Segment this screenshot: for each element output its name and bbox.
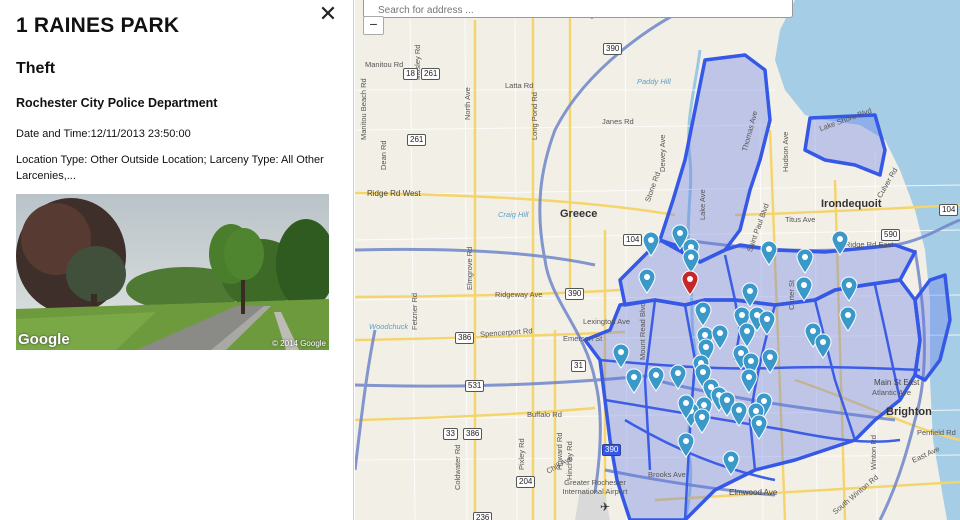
incident-detail-panel: 1 RAINES PARK ✕ Theft Rochester City Pol… xyxy=(0,0,354,520)
crime-marker-icon[interactable] xyxy=(669,364,687,390)
crime-marker-icon[interactable] xyxy=(677,394,695,420)
route-shield: 390 xyxy=(565,288,585,300)
road-label-elmgrove: Elmgrove Rd xyxy=(465,246,474,290)
road-label-howard: Howard Rd xyxy=(555,432,564,470)
road-label-pixley: Pixley Rd xyxy=(517,438,526,470)
road-label-manitou: Manitou Rd xyxy=(365,60,404,69)
incident-datetime: Date and Time:12/11/2013 23:50:00 xyxy=(16,128,191,140)
route-shield: 236 xyxy=(473,512,493,520)
route-shield: 31 xyxy=(571,360,586,372)
route-shield: 386 xyxy=(455,332,475,344)
crime-marker-icon[interactable] xyxy=(840,276,858,302)
route-shield: 104 xyxy=(939,204,959,216)
crime-marker-icon[interactable] xyxy=(831,230,849,256)
route-shield: 386 xyxy=(463,428,483,440)
crime-marker-icon[interactable] xyxy=(761,348,779,374)
place-label-airport: Greater Rochester International Airport xyxy=(562,478,628,496)
road-label-coldwater: Coldwater Rd xyxy=(453,444,462,490)
incident-agency: Rochester City Police Department xyxy=(16,96,218,110)
crime-marker-icon[interactable] xyxy=(625,368,643,394)
route-shield: 261 xyxy=(407,134,427,146)
crime-marker-icon[interactable] xyxy=(758,310,776,336)
crime-map[interactable]: Greece Irondequoit Brighton Ontario Stat… xyxy=(355,0,960,520)
route-shield: 531 xyxy=(465,380,485,392)
route-shield: 204 xyxy=(516,476,536,488)
road-label-hudson: Hudson Ave xyxy=(781,131,790,172)
road-label-emerson: Emerson St xyxy=(563,334,603,343)
road-label-fetzner: Fetzner Rd xyxy=(410,292,419,330)
road-label-lake-ave: Lake Ave xyxy=(698,189,707,220)
road-label-latta: Latta Rd xyxy=(505,81,534,90)
place-label-irondequoit: Irondequoit xyxy=(821,198,882,210)
road-label-long-pond: Long Pond Rd xyxy=(530,92,539,140)
route-shield: 104 xyxy=(623,234,643,246)
crime-marker-icon[interactable] xyxy=(693,408,711,434)
road-label-lexington: Lexington Ave xyxy=(583,317,630,326)
road-label-dean: Dean Rd xyxy=(379,140,388,170)
place-label-greece: Greece xyxy=(560,208,598,220)
route-shield: 590 xyxy=(881,229,901,241)
road-label-main-st-east: Main St East xyxy=(874,378,920,387)
crime-marker-icon[interactable] xyxy=(839,306,857,332)
road-label-titus: Titus Ave xyxy=(785,215,816,224)
road-label-hinchey: Hinchey Rd xyxy=(565,441,574,480)
road-label-mount-read: Mount Read Blvd xyxy=(638,302,647,360)
zoom-out-button[interactable]: − xyxy=(363,16,384,35)
route-shield: 390 xyxy=(603,43,623,55)
crime-marker-icon[interactable] xyxy=(814,333,832,359)
road-label-elmwood-west: Elmwood Ave xyxy=(729,488,778,497)
road-label-ridge-east: Ridge Rd East xyxy=(845,240,894,249)
incident-address-title: 1 RAINES PARK xyxy=(16,14,180,37)
close-icon[interactable]: ✕ xyxy=(317,4,339,26)
route-shield: 18 xyxy=(403,68,418,80)
incident-category: Theft xyxy=(16,60,56,77)
place-label-brighton: Brighton xyxy=(886,406,932,418)
road-label-atlantic: Atlantic Ave xyxy=(872,388,912,397)
street-view-photo[interactable]: Google © 2014 Google xyxy=(16,194,329,350)
address-search-input[interactable] xyxy=(363,0,793,18)
crime-marker-icon[interactable] xyxy=(750,414,768,440)
road-label-buffalo: Buffalo Rd xyxy=(527,410,562,419)
crime-marker-icon[interactable] xyxy=(795,276,813,302)
road-label-ridge-west: Ridge Rd West xyxy=(367,189,421,198)
place-label-woodchuck: Woodchuck xyxy=(369,322,409,331)
road-label-penfield: Penfield Rd xyxy=(917,428,956,437)
road-label-ridgeway: Ridgeway Ave xyxy=(495,290,543,299)
road-label-manitou-beach: Manitou Beach Rd xyxy=(359,78,368,140)
crime-marker-icon[interactable] xyxy=(722,450,740,476)
road-label-janes: Janes Rd xyxy=(602,117,634,126)
crime-marker-icon[interactable] xyxy=(612,343,630,369)
crime-marker-icon[interactable] xyxy=(760,240,778,266)
route-shield: 390 xyxy=(602,444,622,456)
incident-description: Location Type: Other Outside Location; L… xyxy=(16,154,324,182)
crime-marker-icon[interactable] xyxy=(740,368,758,394)
place-label-paddy-hill: Paddy Hill xyxy=(637,77,671,86)
crime-marker-icon[interactable] xyxy=(730,401,748,427)
airport-icon: ✈ xyxy=(600,500,611,514)
route-shield: 261 xyxy=(421,68,441,80)
road-label-north-ave: North Ave xyxy=(463,87,472,120)
road-label-brooks: Brooks Ave xyxy=(648,470,686,479)
road-label-winton: Winton Rd xyxy=(869,434,878,470)
crime-marker-icon[interactable] xyxy=(642,231,660,257)
crime-marker-icon[interactable] xyxy=(638,268,656,294)
crime-marker-icon[interactable] xyxy=(677,432,695,458)
crime-marker-icon[interactable] xyxy=(647,366,665,392)
crime-marker-icon[interactable] xyxy=(741,282,759,308)
road-label-dewey: Dewey Ave xyxy=(658,134,667,172)
crime-marker-icon[interactable] xyxy=(796,248,814,274)
photo-copyright: © 2014 Google xyxy=(272,339,326,348)
place-label-craig-hill: Craig Hill xyxy=(498,210,529,219)
google-logo: Google xyxy=(18,331,70,348)
crime-marker-icon[interactable] xyxy=(694,301,712,327)
route-shield: 33 xyxy=(443,428,458,440)
selected-crime-marker-icon[interactable] xyxy=(681,270,699,296)
